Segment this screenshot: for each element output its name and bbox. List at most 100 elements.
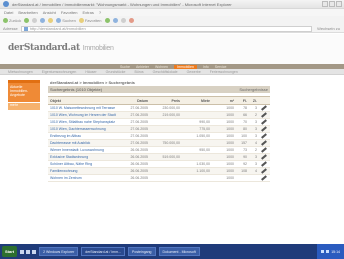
search-button[interactable]: Suchen [56, 18, 76, 23]
nav-tab-service[interactable]: Service [215, 65, 227, 69]
edit-pencil-icon[interactable] [258, 161, 270, 167]
menu-favorites[interactable]: Favoriten [61, 10, 78, 15]
forward-arrow-icon[interactable] [24, 18, 30, 23]
back-button[interactable]: Zurück [3, 18, 21, 23]
subnav-item[interactable]: Büros [135, 70, 144, 74]
menu-help[interactable]: ? [99, 10, 101, 15]
volume-icon[interactable] [326, 250, 330, 253]
row-object-link[interactable]: Exklusive Stadtwohnung [48, 154, 122, 160]
row-rooms: 3 [255, 134, 257, 138]
start-button[interactable]: Start [2, 246, 18, 257]
pencil-icon [261, 112, 267, 118]
column-area[interactable]: Fl. [236, 99, 248, 103]
row-object-link[interactable]: Wiener Innenstadt: Luxuswohnung [48, 147, 122, 153]
menu-tools[interactable]: Extras [83, 10, 94, 15]
desktop-icon[interactable] [20, 249, 25, 254]
favorites-button[interactable]: Favoriten [78, 18, 102, 23]
print-icon[interactable] [120, 18, 126, 23]
edit-pencil-icon[interactable] [258, 140, 270, 146]
edit-pencil-icon[interactable] [258, 175, 270, 181]
menu-file[interactable]: Datei [4, 10, 13, 15]
browser-icon[interactable] [26, 249, 31, 254]
pencil-icon [261, 147, 267, 153]
subnav-item[interactable]: Geschäftslokale [153, 70, 178, 74]
edit-pencil-icon[interactable] [258, 126, 270, 132]
maximize-button[interactable] [329, 1, 335, 7]
row-object-link[interactable]: 1010 Wien, Wohnung im Herzen der Stadt [48, 112, 122, 118]
column-rent[interactable]: Miete [182, 99, 212, 103]
close-button[interactable] [336, 1, 342, 7]
promo-more-link[interactable]: mehr [8, 103, 40, 110]
address-url: http://derstandard.at/immobilien [29, 26, 86, 31]
table-row[interactable]: 1010 Wien, Dachterrassenwohnung 27.06.200… [48, 126, 270, 133]
menu-edit[interactable]: Bearbeiten [18, 10, 37, 15]
history-icon[interactable] [104, 18, 110, 23]
column-rooms[interactable]: Zi. [248, 99, 258, 103]
mail-icon[interactable] [112, 18, 118, 23]
taskbar-item-inbox[interactable]: Posteingang [128, 247, 156, 256]
edit-pencil-icon[interactable] [258, 105, 270, 111]
go-button[interactable]: Wechseln zu [317, 26, 340, 31]
table-row[interactable]: Exklusive Stadtwohnung 26.06.2005 519.000,… [48, 154, 270, 161]
row-date: 26.06.2005 [130, 155, 148, 159]
stop-icon[interactable] [32, 18, 38, 23]
row-object-link[interactable]: Dachterrasse mit Ausblick [48, 140, 122, 146]
row-object-link[interactable]: 1010 Wien, Stilaltbau nahe Stephansplatz [48, 119, 122, 125]
address-input[interactable]: http://derstandard.at/immobilien [20, 25, 313, 32]
edit-pencil-icon[interactable] [258, 133, 270, 139]
column-date[interactable]: Datum [122, 99, 150, 103]
network-icon[interactable] [321, 250, 325, 253]
column-object[interactable]: Objekt [48, 99, 122, 103]
taskbar-item-browser[interactable]: derStandard.at / Imm... [81, 247, 126, 256]
row-object-link[interactable]: Wohnen im Zentrum [48, 175, 122, 181]
results-table-body: 1010 W. Maisonettewohnung mit Terrasse 27… [48, 105, 270, 182]
table-row[interactable]: Familienwohnung 26.06.2005 1.100,00 1000 108… [48, 168, 270, 175]
results-link[interactable]: Suchergebnisse [239, 87, 268, 92]
table-row[interactable]: 1010 Wien, Wohnung im Herzen der Stadt 27… [48, 112, 270, 119]
subnav-item[interactable]: Gewerbe [187, 70, 201, 74]
subnav-item[interactable]: Ferienwohnungen [210, 70, 238, 74]
site-logo[interactable]: derStandard.at Immobilien [8, 43, 114, 53]
nav-tab-info[interactable]: Info [203, 65, 209, 69]
table-row[interactable]: Wiener Innenstadt: Luxuswohnung 26.06.200… [48, 147, 270, 154]
subnav-item[interactable]: Grundstücke [106, 70, 126, 74]
menu-view[interactable]: Ansicht [43, 10, 56, 15]
table-row[interactable]: 1010 W. Maisonettewohnung mit Terrasse 27… [48, 105, 270, 112]
edit-pencil-icon[interactable] [258, 112, 270, 118]
table-row[interactable]: Dachterrasse mit Ausblick 27.06.2005 750.0… [48, 140, 270, 147]
nav-tab-immobilien[interactable]: Immobilien [173, 64, 197, 69]
edit-pencil-icon[interactable] [258, 154, 270, 160]
row-date: 27.06.2005 [130, 113, 148, 117]
edit-pencil-icon[interactable] [258, 147, 270, 153]
refresh-icon[interactable] [40, 18, 46, 23]
table-row[interactable]: Schöner Altbau, Nähe Ring 26.06.2005 1.030… [48, 161, 270, 168]
subnav-item[interactable]: Mietwohnungen [8, 70, 33, 74]
nav-tab-wohnen[interactable]: Wohnen [155, 65, 168, 69]
row-object-link[interactable]: Schöner Altbau, Nähe Ring [48, 161, 122, 167]
subnav-item[interactable]: Eigentumswohnungen [42, 70, 77, 74]
promo-box[interactable]: Aktuelle Immobilien-Angebote [8, 80, 40, 102]
nav-tab-suche[interactable]: Suche [120, 65, 130, 69]
row-object-link[interactable]: 1010 Wien, Dachterrassenwohnung [48, 126, 122, 132]
windows-taskbar: Start 2 Windows Explorer derStandard.at … [0, 244, 344, 259]
column-price[interactable]: Preis [150, 99, 182, 103]
subnav-item[interactable]: Häuser [85, 70, 96, 74]
edit-pencil-icon[interactable] [258, 119, 270, 125]
table-row[interactable]: 1010 Wien, Stilaltbau nahe Stephansplatz… [48, 119, 270, 126]
table-row[interactable]: Erstbezug im Altbau 27.06.2005 1.050,00 100… [48, 133, 270, 140]
mail-client-icon[interactable] [32, 249, 37, 254]
row-object-link[interactable]: Erstbezug im Altbau [48, 133, 122, 139]
minimize-button[interactable] [322, 1, 328, 7]
row-m2: 1000 [226, 113, 234, 117]
internet-explorer-icon [3, 1, 9, 7]
taskbar-item-explorer[interactable]: 2 Windows Explorer [39, 247, 79, 256]
edit-pencil-icon[interactable] [258, 168, 270, 174]
row-object-link[interactable]: 1010 W. Maisonettewohnung mit Terrasse [48, 105, 122, 111]
edit-icon[interactable] [128, 18, 134, 23]
table-row[interactable]: Wohnen im Zentrum 26.06.2005 1000 [48, 175, 270, 182]
column-m2[interactable]: m² [212, 99, 236, 103]
taskbar-item-document[interactable]: Dokument - Microsoft [158, 247, 200, 256]
nav-tab-anbieter[interactable]: Anbieter [136, 65, 149, 69]
row-object-link[interactable]: Familienwohnung [48, 168, 122, 174]
home-icon[interactable] [48, 18, 54, 23]
